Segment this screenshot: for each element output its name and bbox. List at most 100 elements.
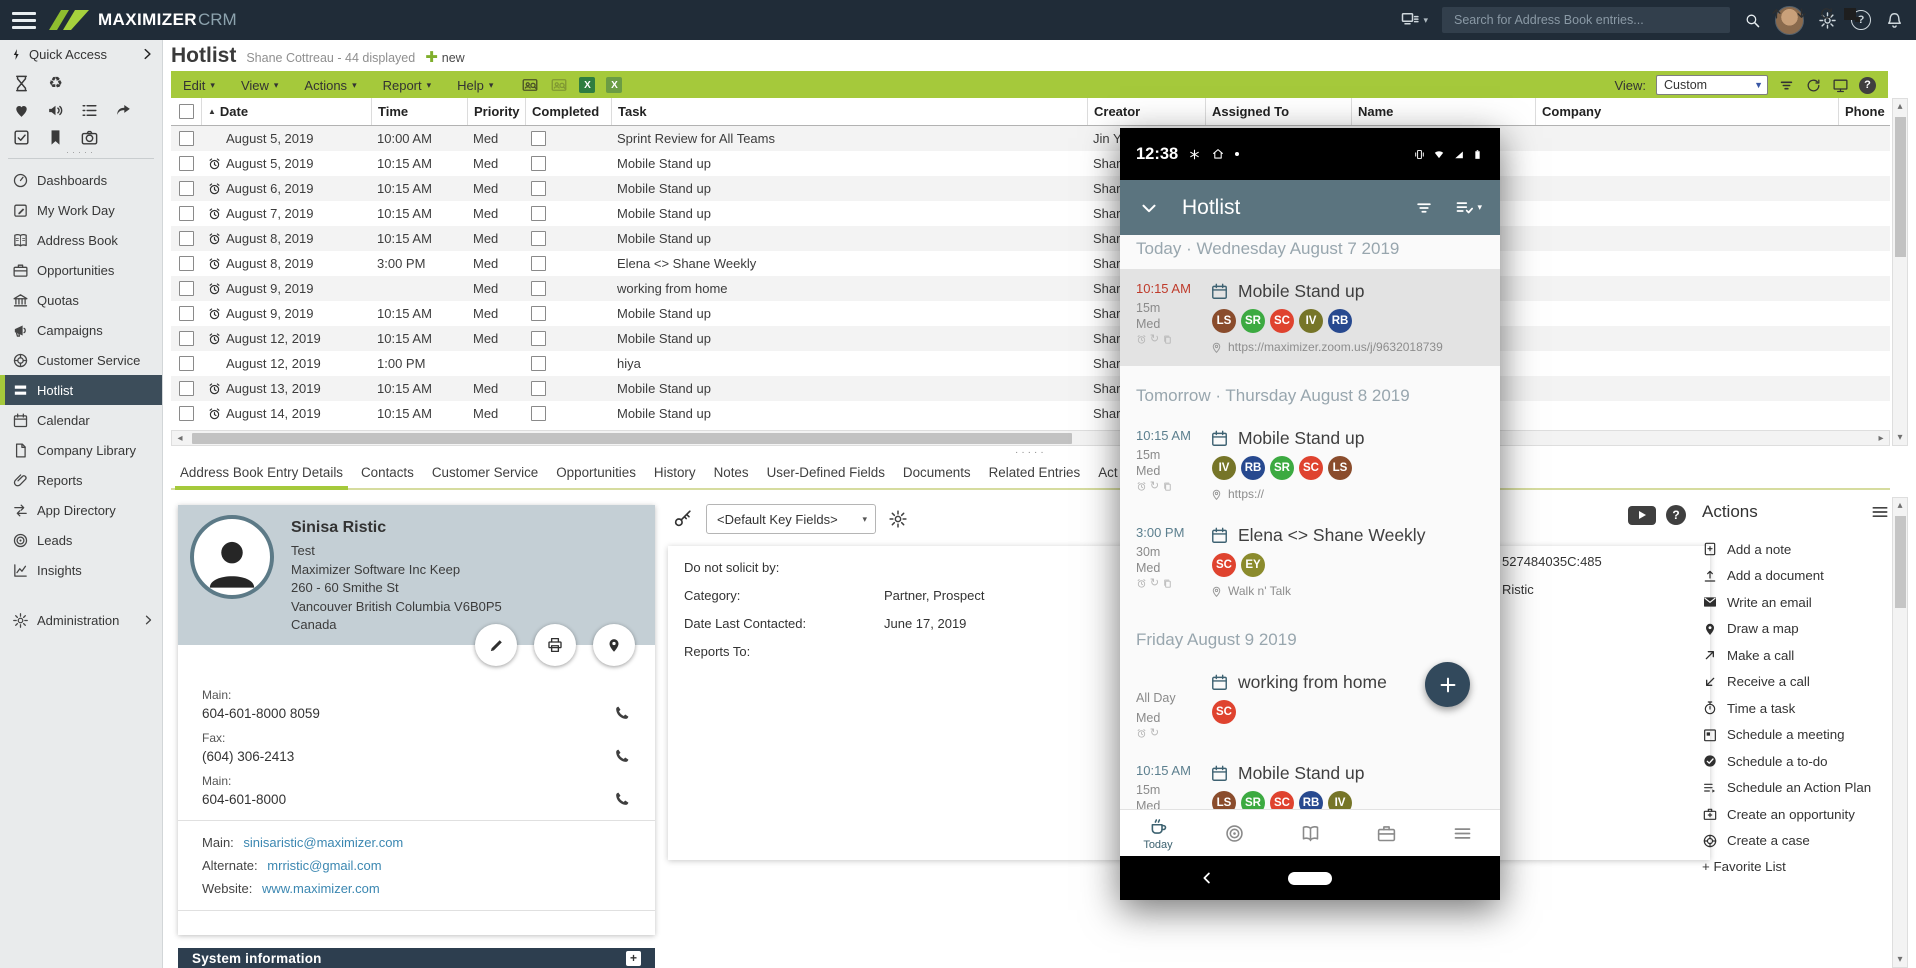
scroll-up-icon[interactable]: ▴ xyxy=(1893,101,1907,112)
add-hotlist-task-fab[interactable] xyxy=(1425,662,1470,707)
new-entry-button[interactable]: ✚ new xyxy=(425,48,465,66)
tab-notes[interactable]: Notes xyxy=(705,458,758,490)
column-header-assigned-to[interactable]: Assigned To xyxy=(1205,98,1351,125)
attendee-avatar-RB[interactable]: RB xyxy=(1328,309,1352,333)
table-row[interactable]: August 9, 2019 10:15 AM Med Mobile Stand… xyxy=(171,301,1890,326)
table-scrollbar[interactable]: ▴ ▾ xyxy=(1892,98,1908,446)
row-checkbox[interactable] xyxy=(179,381,194,396)
attendee-avatar-SR[interactable]: SR xyxy=(1241,791,1265,809)
panel-scrollbar[interactable]: ▴ ▾ xyxy=(1892,497,1908,968)
panel-up-icon[interactable] xyxy=(1769,6,1784,21)
column-header-phone[interactable]: Phone xyxy=(1838,98,1890,125)
panel-help-icon[interactable]: ? xyxy=(1666,505,1686,525)
action-create-a-case[interactable]: Create a case xyxy=(1702,828,1890,855)
call-icon[interactable] xyxy=(613,747,631,765)
action-schedule-a-meeting[interactable]: Schedule a meeting xyxy=(1702,722,1890,749)
completed-checkbox[interactable] xyxy=(531,381,546,396)
completed-checkbox[interactable] xyxy=(531,356,546,371)
attendee-avatar-LS[interactable]: LS xyxy=(1212,309,1236,333)
video-tutorial-icon[interactable] xyxy=(1628,506,1656,525)
edit-contact-button[interactable] xyxy=(475,624,517,666)
column-header-priority[interactable]: Priority xyxy=(467,98,525,125)
excel-template-icon[interactable]: X xyxy=(606,77,622,93)
menu-help[interactable]: Help ▾ xyxy=(457,78,493,93)
favorite-list-link[interactable]: + Favorite List xyxy=(1702,859,1890,874)
completed-checkbox[interactable] xyxy=(531,406,546,421)
scroll-down-icon[interactable]: ▾ xyxy=(1893,432,1907,443)
refresh-icon[interactable] xyxy=(1805,77,1822,94)
attendee-avatar-EY[interactable]: EY xyxy=(1241,553,1265,577)
table-row[interactable]: August 7, 2019 10:15 AM Med Mobile Stand… xyxy=(171,201,1890,226)
sidebar-item-app-directory[interactable]: App Directory xyxy=(0,495,162,525)
phone-task-item[interactable]: 10:15 AM 15m Med ↻ Mobile Stand up LSSRS… xyxy=(1120,269,1500,366)
call-icon[interactable] xyxy=(613,790,631,808)
action-write-an-email[interactable]: Write an email xyxy=(1702,589,1890,616)
table-row[interactable]: August 13, 2019 10:15 AM Med Mobile Stan… xyxy=(171,376,1890,401)
table-scrollbar-thumb[interactable] xyxy=(1895,117,1906,257)
phone-nav-opportunities[interactable] xyxy=(1348,810,1424,856)
attendee-avatar-IV[interactable]: IV xyxy=(1328,791,1352,809)
action-draw-a-map[interactable]: Draw a map xyxy=(1702,616,1890,643)
call-icon[interactable] xyxy=(613,704,631,722)
sidebar-item-hotlist[interactable]: Hotlist xyxy=(0,375,162,405)
phone-filter-icon[interactable] xyxy=(1414,198,1434,218)
completed-checkbox[interactable] xyxy=(531,131,546,146)
sidebar-item-company-library[interactable]: Company Library xyxy=(0,435,162,465)
tab-contacts[interactable]: Contacts xyxy=(352,458,423,490)
panel-down-icon[interactable] xyxy=(1794,6,1809,21)
sidebar-item-quotas[interactable]: Quotas xyxy=(0,285,162,315)
column-header-name[interactable]: Name xyxy=(1351,98,1535,125)
attendee-avatar-IV[interactable]: IV xyxy=(1212,456,1236,480)
sidebar-item-address-book[interactable]: Address Book xyxy=(0,225,162,255)
attendee-avatar-RB[interactable]: RB xyxy=(1241,456,1265,480)
action-create-an-opportunity[interactable]: Create an opportunity xyxy=(1702,801,1890,828)
table-row[interactable]: August 5, 2019 10:00 AM Med Sprint Revie… xyxy=(171,126,1890,151)
tab-user-defined-fields[interactable]: User-Defined Fields xyxy=(758,458,894,490)
expand-section-icon[interactable]: + xyxy=(626,951,641,966)
toolbar-help-icon[interactable]: ? xyxy=(1859,77,1876,94)
row-checkbox[interactable] xyxy=(179,406,194,421)
bell-icon[interactable] xyxy=(1885,11,1904,30)
scroll-up-icon[interactable]: ▴ xyxy=(1893,500,1907,511)
volume-icon[interactable] xyxy=(46,101,65,120)
recycle-icon[interactable]: ♻ xyxy=(46,74,65,93)
row-checkbox[interactable] xyxy=(179,306,194,321)
completed-checkbox[interactable] xyxy=(531,206,546,221)
table-row[interactable]: August 9, 2019 Med working from home Sha… xyxy=(171,276,1890,301)
attendee-avatar-SR[interactable]: SR xyxy=(1270,456,1294,480)
system-information-section[interactable]: System information + xyxy=(178,948,655,968)
menu-edit[interactable]: Edit ▾ xyxy=(183,78,215,93)
print-contact-button[interactable] xyxy=(534,624,576,666)
hourglass-icon[interactable] xyxy=(12,74,31,93)
filter-icon[interactable] xyxy=(1778,77,1795,94)
phone-nav-today[interactable]: Today xyxy=(1120,810,1196,856)
phone-nav-more[interactable] xyxy=(1424,810,1500,856)
chevron-right-icon[interactable] xyxy=(140,47,154,61)
splitter-handle[interactable]: ····· xyxy=(1015,447,1047,458)
completed-checkbox[interactable] xyxy=(531,306,546,321)
sidebar-item-customer-service[interactable]: Customer Service xyxy=(0,345,162,375)
sidebar-item-campaigns[interactable]: Campaigns xyxy=(0,315,162,345)
scroll-right-icon[interactable]: ▸ xyxy=(1875,433,1887,444)
contact-search-icon[interactable] xyxy=(521,76,539,94)
completed-checkbox[interactable] xyxy=(531,156,546,171)
sidebar-item-insights[interactable]: Insights xyxy=(0,555,162,585)
action-receive-a-call[interactable]: Receive a call xyxy=(1702,669,1890,696)
column-setup-icon[interactable] xyxy=(1832,77,1849,94)
attendee-avatar-SC[interactable]: SC xyxy=(1270,309,1294,333)
attendee-avatar-LS[interactable]: LS xyxy=(1212,791,1236,809)
action-add-a-note[interactable]: Add a note xyxy=(1702,536,1890,563)
row-checkbox[interactable] xyxy=(179,331,194,346)
phone-nav-address-book[interactable] xyxy=(1272,810,1348,856)
select-all-checkbox[interactable] xyxy=(179,104,194,119)
menu-report[interactable]: Report ▾ xyxy=(383,78,432,93)
sidebar-item-reports[interactable]: Reports xyxy=(0,465,162,495)
horizontal-scrollbar-thumb[interactable] xyxy=(192,433,1072,444)
detailed-list-icon[interactable] xyxy=(80,101,99,120)
tab-documents[interactable]: Documents xyxy=(894,458,980,490)
horizontal-scrollbar[interactable]: ◂ ▸ xyxy=(171,430,1890,446)
map-contact-button[interactable] xyxy=(593,624,635,666)
action-add-a-document[interactable]: Add a document xyxy=(1702,563,1890,590)
table-row[interactable]: August 12, 2019 10:15 AM Med Mobile Stan… xyxy=(171,326,1890,351)
key-fields-gear-icon[interactable] xyxy=(888,509,908,529)
